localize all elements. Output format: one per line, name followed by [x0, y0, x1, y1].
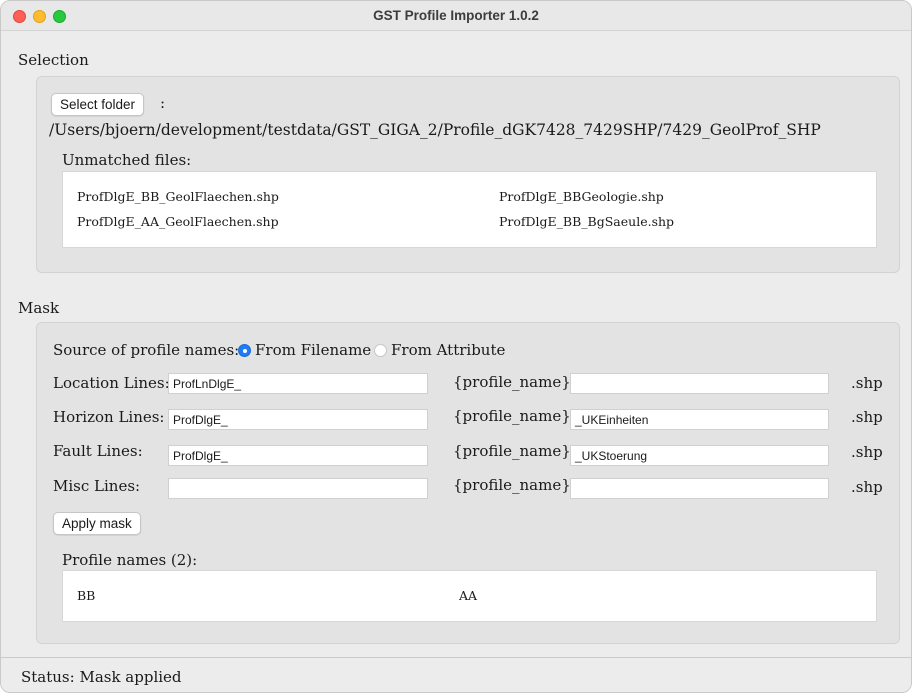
- fault-lines-profile-name-token: {profile_name}: [453, 442, 571, 460]
- unmatched-file-item[interactable]: ProfDlgE_BBGeologie.shp: [499, 189, 664, 204]
- fault-lines-label: Fault Lines:: [53, 442, 143, 460]
- location-lines-profile-name-token: {profile_name}: [453, 373, 571, 391]
- select-folder-button[interactable]: Select folder: [51, 93, 145, 116]
- location-lines-label: Location Lines:: [53, 374, 170, 392]
- location-lines-ext: .shp: [851, 374, 883, 392]
- horizon-lines-ext: .shp: [851, 408, 883, 426]
- selection-group: Select folder : /Users/bjoern/developmen…: [36, 76, 900, 273]
- profile-name-item[interactable]: AA: [459, 588, 477, 603]
- horizon-lines-prefix-input[interactable]: ProfDlgE_: [168, 409, 428, 430]
- misc-lines-prefix-input[interactable]: [168, 478, 428, 499]
- fault-lines-suffix-input[interactable]: _UKStoerung: [570, 445, 829, 466]
- location-lines-suffix-input[interactable]: [570, 373, 829, 394]
- select-folder-colon: :: [160, 94, 166, 112]
- apply-mask-button[interactable]: Apply mask: [53, 512, 141, 535]
- source-of-profile-names-label: Source of profile names:: [53, 341, 240, 359]
- horizon-lines-suffix-input[interactable]: _UKEinheiten: [570, 409, 829, 430]
- mask-group: Source of profile names: From Filename F…: [36, 322, 900, 644]
- selected-folder-path: /Users/bjoern/development/testdata/GST_G…: [49, 121, 821, 139]
- profile-names-label: Profile names (2):: [62, 551, 198, 569]
- unmatched-files-label: Unmatched files:: [62, 151, 192, 169]
- window-title: GST Profile Importer 1.0.2: [373, 8, 539, 23]
- profile-names-list[interactable]: BB AA: [62, 570, 877, 622]
- fault-lines-prefix-input[interactable]: ProfDlgE_: [168, 445, 428, 466]
- misc-lines-profile-name-token: {profile_name}: [453, 476, 571, 494]
- selection-section-label: Selection: [18, 51, 89, 69]
- misc-lines-ext: .shp: [851, 478, 883, 496]
- mask-section-label: Mask: [18, 299, 60, 317]
- profile-name-item[interactable]: BB: [77, 588, 95, 603]
- misc-lines-suffix-input[interactable]: [570, 478, 829, 499]
- misc-lines-label: Misc Lines:: [53, 477, 141, 495]
- from-filename-label[interactable]: From Filename: [255, 341, 371, 359]
- status-text: Status: Mask applied: [21, 668, 182, 686]
- fault-lines-ext: .shp: [851, 443, 883, 461]
- unmatched-file-item[interactable]: ProfDlgE_BB_GeolFlaechen.shp: [77, 189, 279, 204]
- horizon-lines-profile-name-token: {profile_name}: [453, 407, 571, 425]
- from-attribute-radio[interactable]: [374, 344, 387, 357]
- status-bar: Status: Mask applied: [1, 657, 911, 692]
- from-attribute-label[interactable]: From Attribute: [391, 341, 505, 359]
- unmatched-file-item[interactable]: ProfDlgE_AA_GeolFlaechen.shp: [77, 214, 279, 229]
- unmatched-file-item[interactable]: ProfDlgE_BB_BgSaeule.shp: [499, 214, 674, 229]
- title-bar: GST Profile Importer 1.0.2: [1, 1, 911, 31]
- location-lines-prefix-input[interactable]: ProfLnDlgE_: [168, 373, 428, 394]
- from-filename-radio[interactable]: [238, 344, 251, 357]
- app-window: GST Profile Importer 1.0.2 Selection Sel…: [0, 0, 912, 693]
- unmatched-files-list[interactable]: ProfDlgE_BB_GeolFlaechen.shp ProfDlgE_BB…: [62, 171, 877, 248]
- horizon-lines-label: Horizon Lines:: [53, 408, 165, 426]
